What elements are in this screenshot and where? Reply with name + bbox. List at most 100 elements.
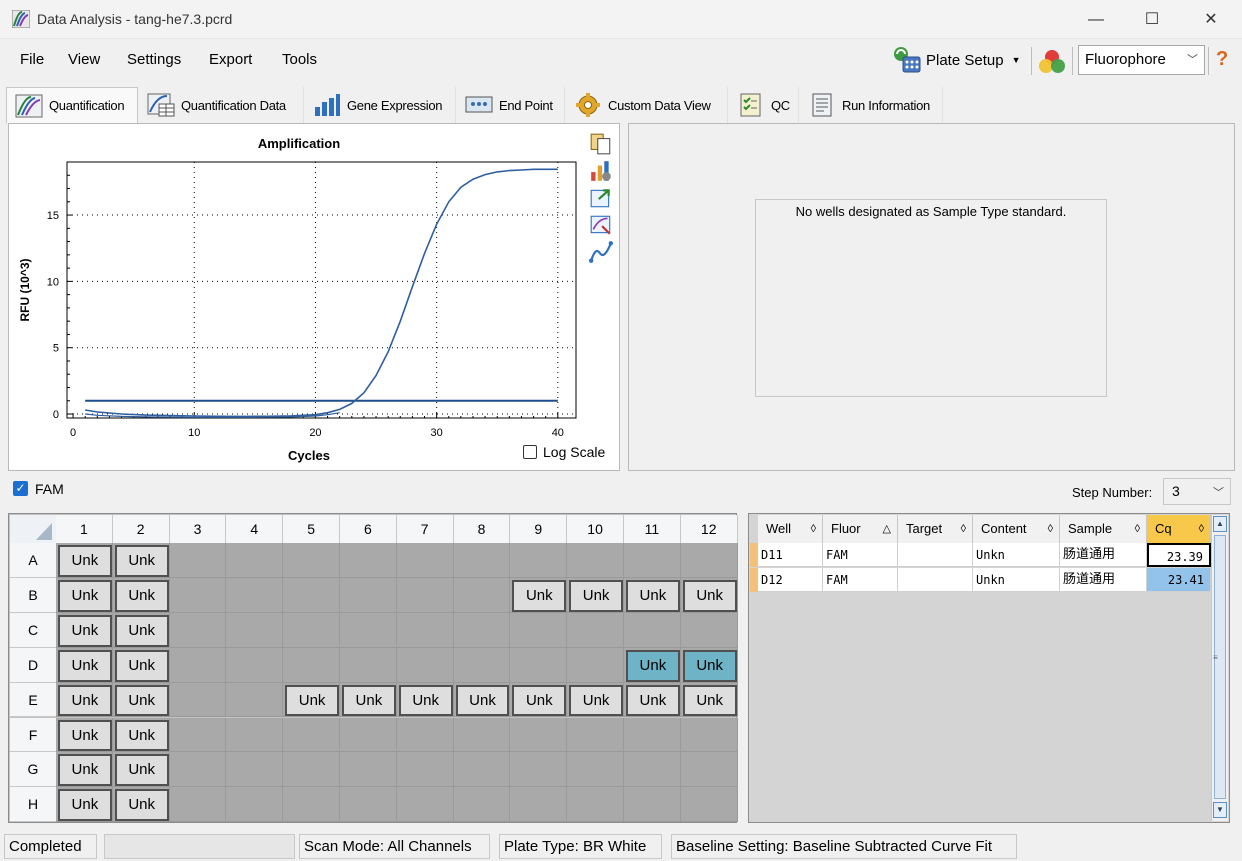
log-scale-checkbox[interactable] — [523, 445, 537, 459]
plate-well[interactable]: Unk — [626, 649, 680, 682]
plate-well[interactable]: Unk — [626, 684, 680, 717]
scroll-thumb[interactable] — [1214, 535, 1226, 799]
fluorophore-select[interactable]: Fluorophore ﹀ — [1078, 45, 1205, 75]
plate-column-header[interactable]: 2 — [112, 515, 170, 543]
plate-well[interactable]: Unk — [114, 719, 169, 752]
table-cell-content[interactable]: Unkn — [973, 568, 1060, 592]
plate-column-header[interactable]: 1 — [56, 515, 113, 543]
table-cell-target[interactable] — [898, 543, 973, 567]
plate-cell[interactable] — [396, 543, 454, 578]
plate-well[interactable]: Unk — [682, 684, 737, 717]
plate-cell[interactable] — [453, 717, 511, 753]
plate-cell[interactable] — [680, 752, 738, 788]
maximize-button[interactable]: ☐ — [1123, 0, 1181, 39]
plate-well[interactable]: Unk — [58, 684, 112, 717]
plate-cell[interactable] — [283, 717, 340, 753]
plate-cell[interactable] — [624, 612, 681, 648]
plate-cell[interactable] — [340, 543, 397, 578]
plate-well[interactable]: Unk — [114, 545, 169, 577]
plate-column-header[interactable]: 7 — [396, 515, 454, 543]
plate-well[interactable]: Unk — [58, 579, 112, 612]
plate-cell[interactable] — [283, 752, 340, 788]
table-cell-cq[interactable]: 23.41 — [1147, 568, 1211, 592]
plate-well[interactable]: Unk — [58, 789, 112, 822]
plate-cell[interactable] — [396, 787, 454, 823]
plate-cell[interactable] — [510, 787, 568, 823]
plate-cell[interactable] — [453, 577, 511, 613]
plate-row-header[interactable]: G — [10, 752, 56, 788]
plate-cell[interactable] — [510, 612, 568, 648]
plate-cell[interactable] — [169, 752, 227, 788]
tab-qc[interactable]: QC — [729, 87, 799, 123]
table-cell-cq[interactable]: 23.39 — [1147, 543, 1211, 567]
plate-well[interactable]: Unk — [569, 579, 623, 612]
plate-well[interactable]: Unk — [114, 579, 169, 612]
vertical-scrollbar[interactable]: ▲ ≡ ▼ — [1211, 515, 1228, 821]
minimize-button[interactable]: — — [1067, 0, 1125, 39]
column-header-content[interactable]: Content ◊ — [973, 515, 1060, 543]
plate-cell[interactable] — [453, 612, 511, 648]
plate-cell[interactable] — [396, 752, 454, 788]
menu-file[interactable]: File — [20, 51, 44, 68]
table-cell-sample[interactable]: 肠道通用 — [1060, 568, 1147, 592]
plate-cell[interactable] — [340, 612, 397, 648]
plate-cell[interactable] — [283, 787, 340, 823]
tab-run-information[interactable]: Run Information — [800, 87, 943, 123]
chart-settings-icon[interactable] — [589, 159, 613, 183]
plate-well[interactable]: Unk — [285, 684, 339, 717]
plate-well[interactable]: Unk — [58, 649, 112, 682]
tab-gene-expression[interactable]: Gene Expression — [305, 87, 456, 123]
plate-cell[interactable] — [624, 543, 681, 578]
plate-cell[interactable] — [340, 647, 397, 683]
table-cell-fluor[interactable]: FAM — [823, 568, 898, 592]
plate-row-header[interactable]: A — [10, 543, 56, 578]
help-icon[interactable]: ? — [1216, 48, 1228, 71]
plate-cell[interactable] — [226, 752, 284, 788]
plate-well[interactable]: Unk — [398, 684, 453, 717]
plate-cell[interactable] — [396, 717, 454, 753]
menu-view[interactable]: View — [68, 51, 100, 68]
plate-cell[interactable] — [226, 612, 284, 648]
plate-row-header[interactable]: E — [10, 682, 56, 718]
plate-cell[interactable] — [226, 787, 284, 823]
plate-cell[interactable] — [169, 543, 227, 578]
dye-colors-icon[interactable] — [1037, 48, 1067, 76]
plate-cell[interactable] — [624, 717, 681, 753]
plate-well[interactable]: Unk — [455, 684, 510, 717]
plate-column-header[interactable]: 9 — [510, 515, 568, 543]
plate-column-header[interactable]: 11 — [624, 515, 681, 543]
menu-settings[interactable]: Settings — [127, 51, 181, 68]
column-header-well[interactable]: Well ◊ — [758, 515, 823, 543]
column-header-cq[interactable]: Cq ◊ — [1147, 515, 1211, 543]
plate-cell[interactable] — [624, 752, 681, 788]
plate-cell[interactable] — [680, 612, 738, 648]
plate-cell[interactable] — [169, 787, 227, 823]
plate-cell[interactable] — [396, 612, 454, 648]
plate-cell[interactable] — [453, 647, 511, 683]
scroll-down-icon[interactable]: ▼ — [1213, 802, 1227, 818]
plate-cell[interactable] — [226, 577, 284, 613]
plate-setup-button[interactable]: Plate Setup ▼ — [892, 44, 1020, 76]
plate-column-header[interactable]: 12 — [680, 515, 738, 543]
plate-column-header[interactable]: 8 — [453, 515, 511, 543]
log-scale-toggle[interactable]: Log Scale — [523, 444, 605, 460]
column-header-fluor[interactable]: Fluor △ — [823, 515, 898, 543]
row-marker[interactable] — [750, 568, 758, 592]
plate-column-header[interactable]: 10 — [567, 515, 624, 543]
plate-cell[interactable] — [169, 612, 227, 648]
step-number-select[interactable]: 3 ﹀ — [1163, 478, 1231, 505]
copy-icon[interactable] — [589, 132, 613, 156]
row-marker[interactable] — [750, 543, 758, 567]
plate-corner[interactable] — [10, 515, 56, 543]
plate-cell[interactable] — [169, 682, 227, 718]
plate-well[interactable]: Unk — [58, 754, 112, 787]
plate-cell[interactable] — [510, 717, 568, 753]
plate-cell[interactable] — [396, 647, 454, 683]
table-cell-content[interactable]: Unkn — [973, 543, 1060, 567]
plate-cell[interactable] — [226, 543, 284, 578]
plate-well[interactable]: Unk — [114, 754, 169, 787]
plate-column-header[interactable]: 3 — [169, 515, 227, 543]
plate-cell[interactable] — [283, 543, 340, 578]
table-cell-target[interactable] — [898, 568, 973, 592]
plate-cell[interactable] — [453, 752, 511, 788]
